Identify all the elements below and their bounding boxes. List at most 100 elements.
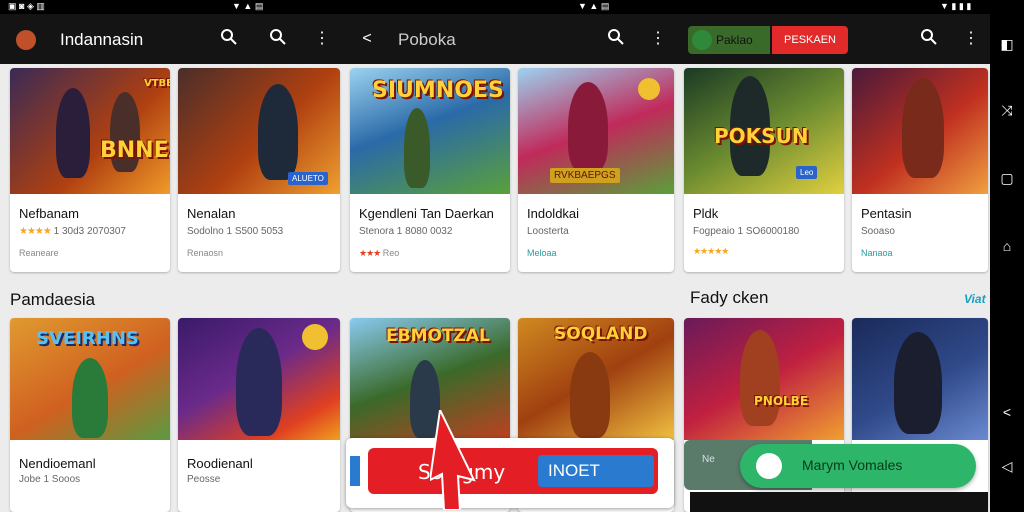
bottom-strip — [690, 492, 988, 512]
game-art: POKSUN Leo — [684, 68, 844, 194]
game-art: SIUMNOES — [350, 68, 510, 194]
game-art — [852, 318, 988, 440]
search-icon[interactable] — [918, 28, 940, 50]
game-name: Nendioemanl — [19, 456, 96, 471]
game-art: BNNEAV VTBBVCGI — [10, 68, 170, 194]
game-card[interactable]: BNNEAV VTBBVCGI Nefbanam ★★★★ 1 30d3 207… — [10, 68, 170, 272]
green-action-button[interactable]: Paklao — [688, 26, 770, 54]
game-developer: Reo — [382, 248, 400, 258]
more-vert-icon[interactable]: ⋮ — [311, 28, 333, 50]
status-right-icons: ▼ ▮ ▮ ▮ — [940, 1, 972, 11]
overlay-small-label: Ne — [702, 454, 715, 465]
art-title: SOQLAND — [554, 324, 648, 344]
view-all-link[interactable]: Viat — [964, 292, 986, 306]
game-name: Indoldkai — [527, 206, 580, 221]
character-figure — [236, 328, 282, 436]
game-card[interactable]: Pentasin Sooaso Nanaoa — [852, 68, 988, 272]
game-name: Roodienanl — [187, 456, 253, 471]
art-badge: RVKBAEPGS — [550, 168, 620, 183]
game-name: Kgendleni Tan Daerkan — [359, 206, 494, 221]
section-title: Pamdaesia — [10, 290, 96, 309]
art-badge: Leo — [796, 166, 818, 179]
status-mid-icons: ▼ ▲ ▤ — [232, 1, 264, 11]
art-title: POKSUN — [714, 124, 809, 148]
rating-stars: ★★★ — [359, 248, 381, 258]
game-meta: Sodolno 1 S500 5053 — [187, 226, 284, 237]
rotate-icon[interactable]: ⤨ — [997, 100, 1017, 120]
gold-coin-icon — [302, 324, 328, 350]
game-meta: Loosterta — [527, 226, 569, 237]
system-nav-bar: ◧ ⤨ ▢ ⌂ < ◁ — [990, 0, 1024, 512]
character-figure — [740, 330, 780, 426]
status-mid2-icons: ▼ ▲ ▤ — [578, 1, 610, 11]
game-card[interactable]: ALUETO Nenalan Sodolno 1 S500 5053 Renao… — [178, 68, 340, 272]
more-vert-icon[interactable]: ⋮ — [960, 28, 982, 50]
screen: ▣ ◙ ◈ ▥ ▼ ▲ ▤ ▼ ▲ ▤ ▼ ▮ ▮ ▮ Indannasin ⋮… — [0, 0, 1024, 512]
character-figure — [894, 332, 942, 434]
search-icon[interactable] — [267, 28, 289, 50]
green-button-label: Paklao — [716, 33, 753, 47]
rating-stars: ★★★★ — [19, 226, 52, 237]
game-meta: Stenora 1 8080 0032 — [359, 226, 453, 237]
rating-stars: ★★★★★ — [693, 246, 729, 256]
game-developer: Renaosn — [187, 248, 224, 258]
more-vert-icon[interactable]: ⋮ — [647, 28, 669, 50]
art-title: SVEIRHNS — [36, 328, 139, 349]
character-figure — [568, 82, 608, 172]
game-art: SVEIRHNS — [10, 318, 170, 440]
game-name: Pentasin — [861, 206, 912, 221]
game-art: PNOLBE — [684, 318, 844, 440]
art-title: PNOLBE — [754, 394, 809, 408]
volume-icon[interactable]: ◁ — [997, 456, 1017, 476]
game-card[interactable]: SIUMNOES Kgendleni Tan Daerkan Stenora 1… — [350, 68, 510, 272]
search-icon[interactable] — [218, 28, 240, 50]
ad-red-panel: Sopigmy INOET — [368, 448, 658, 494]
section-title: Fady cken — [690, 288, 769, 307]
character-figure — [56, 88, 90, 178]
ad-install-button[interactable]: INOET — [538, 455, 654, 487]
game-card[interactable]: POKSUN Leo Pldk Fogpeaio 1 SO6000180 ★★★… — [684, 68, 844, 272]
square-icon[interactable]: ▢ — [997, 168, 1017, 188]
gold-coin-icon — [638, 78, 660, 100]
game-card[interactable]: SVEIRHNS Nendioemanl Jobe 1 Sooos — [10, 318, 170, 512]
home-icon[interactable]: ⌂ — [997, 236, 1017, 256]
game-meta: Sooaso — [861, 226, 895, 237]
character-figure — [72, 358, 108, 438]
character-figure — [258, 84, 298, 180]
top-app-bar: Indannasin ⋮ < Poboka ⋮ Paklao PESKAEN ⋮ — [0, 14, 990, 64]
game-meta: Jobe 1 Sooos — [19, 474, 81, 485]
status-left-icons: ▣ ◙ ◈ ▥ — [8, 1, 45, 11]
game-art — [852, 68, 988, 194]
back-arrow-icon[interactable]: < — [356, 28, 378, 50]
nav-back-icon[interactable]: < — [997, 402, 1017, 422]
pointer-arrow-icon — [430, 410, 476, 510]
game-card[interactable]: Roodienanl Peosse — [178, 318, 340, 512]
game-name: Nenalan — [187, 206, 236, 221]
art-badge: ALUETO — [288, 172, 328, 185]
game-meta: Fogpeaio 1 SO6000180 — [693, 226, 800, 237]
game-card[interactable]: RVKBAEPGS Indoldkai Loosterta Meloaa — [518, 68, 674, 272]
toggle-knob-icon — [756, 453, 782, 479]
search-icon[interactable] — [605, 28, 627, 50]
art-title: BNNEAV — [100, 138, 170, 163]
leaf-icon — [692, 30, 712, 50]
ad-banner[interactable]: Sopigmy INOET — [346, 438, 674, 508]
game-name: Nefbanam — [19, 206, 79, 221]
art-title: SIUMNOES — [372, 78, 504, 103]
game-developer: Nanaoa — [861, 248, 893, 258]
status-bar: ▣ ◙ ◈ ▥ ▼ ▲ ▤ ▼ ▲ ▤ ▼ ▮ ▮ ▮ — [0, 0, 990, 14]
app-logo-icon[interactable] — [16, 30, 36, 50]
green-pill-label: Marym Vomales — [802, 457, 903, 473]
character-figure — [570, 352, 610, 438]
art-title: EBMOTZAL — [386, 326, 490, 346]
character-figure — [404, 108, 430, 188]
ad-blue-edge — [350, 456, 360, 486]
game-meta: Peosse — [187, 474, 221, 485]
green-pill-button[interactable]: Marym Vomales — [740, 444, 976, 488]
game-developer: Reaneare — [19, 248, 59, 258]
game-art: ALUETO — [178, 68, 340, 194]
game-developer: Meloaa — [527, 248, 557, 258]
back-icon[interactable]: ◧ — [997, 34, 1017, 54]
red-action-button[interactable]: PESKAEN — [772, 26, 848, 54]
game-art: RVKBAEPGS — [518, 68, 674, 194]
